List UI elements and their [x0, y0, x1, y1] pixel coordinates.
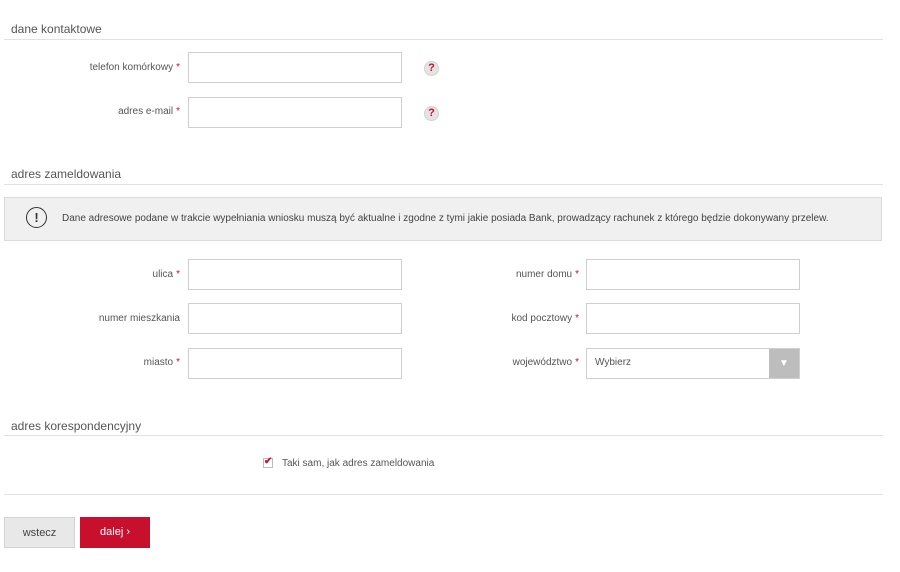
same-address-label[interactable]: Taki sam, jak adres zameldowania — [282, 458, 434, 469]
section-divider — [4, 184, 883, 185]
required-marker: * — [575, 269, 579, 280]
city-label-text: miasto — [143, 357, 174, 368]
house-number-label: numer domu * — [516, 269, 579, 280]
question-mark-icon[interactable]: ? — [424, 106, 439, 121]
address-notice: ! Dane adresowe podane w trakcie wypełni… — [4, 197, 882, 241]
email-input[interactable] — [188, 97, 402, 128]
required-marker: * — [575, 313, 579, 324]
notice-text: Dane adresowe podane w trakcie wypełnian… — [62, 213, 829, 224]
next-button[interactable]: dalej › — [80, 517, 150, 548]
voivodeship-selected-value: Wybierz — [595, 357, 632, 368]
street-input[interactable] — [188, 259, 402, 290]
voivodeship-label: województwo * — [513, 357, 579, 368]
postal-code-label-text: kod pocztowy — [511, 313, 573, 324]
required-marker: * — [176, 62, 180, 73]
back-button[interactable]: wstecz — [4, 517, 75, 548]
required-marker: * — [176, 357, 180, 368]
required-marker: * — [176, 269, 180, 280]
email-label-text: adres e-mail — [118, 106, 174, 117]
apartment-number-label: numer mieszkania — [99, 313, 180, 324]
apartment-number-input[interactable] — [188, 303, 402, 334]
required-marker: * — [575, 357, 579, 368]
house-number-input[interactable] — [586, 259, 800, 290]
phone-label: telefon komórkowy * — [90, 62, 180, 73]
street-label: ulica * — [153, 269, 180, 280]
section-divider — [4, 39, 883, 40]
same-address-checkbox[interactable]: ✔ — [263, 456, 273, 468]
checkmark-icon: ✔ — [264, 456, 273, 467]
apartment-number-label-text: numer mieszkania — [98, 313, 180, 324]
email-label: adres e-mail * — [118, 106, 180, 117]
voivodeship-label-text: województwo — [512, 357, 573, 368]
section-title-correspondence-address: adres korespondencyjny — [11, 419, 142, 433]
street-label-text: ulica — [152, 269, 174, 280]
city-input[interactable] — [188, 348, 402, 379]
postal-code-input[interactable] — [586, 303, 800, 334]
footer-divider — [4, 494, 883, 495]
postal-code-label: kod pocztowy * — [512, 313, 580, 324]
section-title-registered-address: adres zameldowania — [11, 167, 122, 181]
section-divider — [4, 435, 883, 436]
question-mark-icon[interactable]: ? — [424, 61, 439, 76]
section-title-contact: dane kontaktowe — [11, 22, 102, 36]
house-number-label-text: numer domu — [515, 269, 573, 280]
exclamation-circle-icon: ! — [26, 207, 47, 228]
phone-label-text: telefon komórkowy — [89, 62, 174, 73]
required-marker: * — [176, 106, 180, 117]
phone-input[interactable] — [188, 52, 402, 83]
city-label: miasto * — [144, 357, 180, 368]
voivodeship-select[interactable]: Wybierz ▼ — [586, 348, 800, 379]
chevron-down-icon[interactable]: ▼ — [769, 349, 799, 378]
